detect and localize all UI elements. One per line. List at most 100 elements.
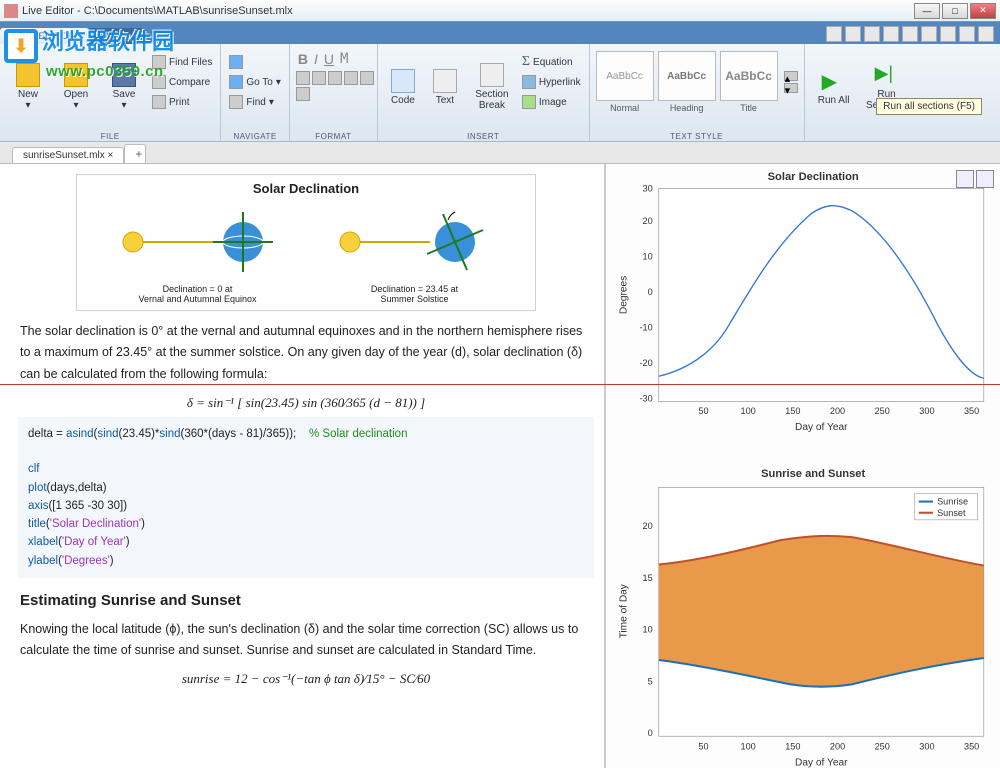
style-heading-button[interactable]: AaBbCcHeading [658,51,716,113]
ribbon-group-insert: Code Text Section Break Σ Equation Hyper… [378,44,590,141]
equinox-diagram-icon [113,202,283,282]
qa-copy-icon[interactable] [883,26,899,42]
nav-back-button[interactable] [227,53,283,71]
image-button[interactable]: Image [520,93,583,111]
qa-paste-icon[interactable] [902,26,918,42]
run-all-tooltip: Run all sections (F5) [876,98,982,115]
paragraph-1[interactable]: The solar declination is 0° at the verna… [20,321,592,385]
bullets-icon[interactable] [296,71,310,85]
close-button[interactable]: ✕ [970,3,996,19]
svg-text:300: 300 [919,742,934,752]
code-block-1[interactable]: delta = asind(sind(23.45)*sind(360*(days… [18,417,594,578]
indent-icon[interactable] [344,71,358,85]
image-icon [522,95,536,109]
quick-access-bar [820,24,1000,44]
chart-solar-declination: Solar Declination -30-20 -100 1020 30 50… [610,168,996,432]
ribbon-group-format: B I U M FORMAT [290,44,378,141]
print-button[interactable]: Print [150,93,214,111]
qa-help-icon[interactable] [959,26,975,42]
svg-text:-20: -20 [639,358,652,368]
run-all-button[interactable]: ▶Run All [811,47,857,127]
numbers-icon[interactable] [312,71,326,85]
solstice-diagram-icon [330,202,500,282]
find-button[interactable]: Find ▾ [227,93,283,111]
watermark: ⬇浏览器软件园 www.pc0359.cn [4,24,174,80]
figure-illustration: Solar Declination Declination = 0 at Ver… [76,174,536,311]
svg-text:150: 150 [785,406,800,416]
svg-text:50: 50 [698,406,708,416]
maximize-button[interactable]: □ [942,3,968,19]
style-title-button[interactable]: AaBbCcTitle [720,51,778,113]
ribbon-group-text-style: AaBbCcNormal AaBbCcHeading AaBbCcTitle ▴… [590,44,805,141]
mono-button[interactable]: M [340,51,348,67]
equation-button[interactable]: Σ Equation [520,53,583,71]
svg-text:250: 250 [875,406,890,416]
svg-text:250: 250 [875,742,890,752]
svg-text:10: 10 [643,625,653,635]
qa-cut-icon[interactable] [864,26,880,42]
svg-text:200: 200 [830,742,845,752]
output-pane: Solar Declination -30-20 -100 1020 30 50… [604,164,1000,768]
insert-text-button[interactable]: Text [426,47,464,127]
svg-text:Solar Declination: Solar Declination [768,171,859,183]
print-icon [152,95,166,109]
outdent-icon[interactable] [328,71,342,85]
minimize-button[interactable]: — [914,3,940,19]
align-icon[interactable] [360,71,374,85]
goto-button[interactable]: Go To ▾ [227,73,283,91]
qa-save-icon[interactable] [845,26,861,42]
chart-sunrise-sunset: Sunrise and Sunset 05 1015 20 50100 1502… [610,465,996,768]
goto-icon [229,75,243,89]
section-divider [0,384,1000,385]
view-inline-icon[interactable] [956,170,974,188]
qa-undo-icon[interactable] [921,26,937,42]
run-section-button[interactable]: ▶|Run Section ▾ [861,47,913,127]
style-normal-button[interactable]: AaBbCcNormal [596,51,654,113]
svg-text:-10: -10 [639,323,652,333]
titlebar: Live Editor - C:\Documents\MATLAB\sunris… [0,0,1000,22]
qa-new-icon[interactable] [826,26,842,42]
svg-text:0: 0 [648,728,653,738]
style-up-icon[interactable]: ▴ [784,71,798,81]
svg-text:-30: -30 [639,394,652,404]
formula-sunrise[interactable]: sunrise = 12 − cos⁻¹(−tan ϕ tan δ)⁄15° −… [18,671,594,687]
underline-button[interactable]: U [324,51,334,67]
svg-text:100: 100 [741,742,756,752]
svg-text:200: 200 [830,406,845,416]
qa-redo-icon[interactable] [940,26,956,42]
doc-tab-active[interactable]: sunriseSunset.mlx × [12,147,124,163]
paragraph-2[interactable]: Knowing the local latitude (ϕ), the sun'… [20,619,592,662]
clear-fmt-icon[interactable] [296,87,310,101]
svg-text:350: 350 [964,406,979,416]
svg-text:Day of Year: Day of Year [795,758,848,768]
italic-button[interactable]: I [314,51,318,67]
hyperlink-button[interactable]: Hyperlink [520,73,583,91]
qa-min-ribbon-icon[interactable] [978,26,994,42]
insert-code-button[interactable]: Code [384,47,422,127]
find-icon [229,95,243,109]
svg-text:Degrees: Degrees [618,276,629,314]
svg-text:150: 150 [785,742,800,752]
svg-text:350: 350 [964,742,979,752]
svg-text:Sunset: Sunset [937,508,966,518]
heading-estimating[interactable]: Estimating Sunrise and Sunset [20,592,592,609]
hyperlink-icon [522,75,536,89]
bold-button[interactable]: B [298,51,308,67]
svg-text:5: 5 [648,677,653,687]
svg-text:20: 20 [643,216,653,226]
ribbon-group-navigate: Go To ▾ Find ▾ NAVIGATE [221,44,290,141]
editor-pane[interactable]: Solar Declination Declination = 0 at Ver… [0,164,604,768]
svg-text:30: 30 [643,183,653,193]
watermark-logo-icon: ⬇ [4,29,38,63]
svg-text:0: 0 [648,287,653,297]
style-down-icon[interactable]: ▾ [784,83,798,93]
formula-declination[interactable]: δ = sin⁻¹ [ sin(23.45) sin (360⁄365 (d −… [18,395,594,411]
doc-tab-add[interactable]: + [124,144,146,163]
workspace: Solar Declination Declination = 0 at Ver… [0,164,1000,768]
view-right-icon[interactable] [976,170,994,188]
svg-text:Sunrise: Sunrise [937,497,968,507]
document-tab-bar: sunriseSunset.mlx × + [0,142,1000,164]
section-break-button[interactable]: Section Break [468,47,516,127]
svg-text:15: 15 [643,573,653,583]
svg-text:Day of Year: Day of Year [795,422,848,432]
